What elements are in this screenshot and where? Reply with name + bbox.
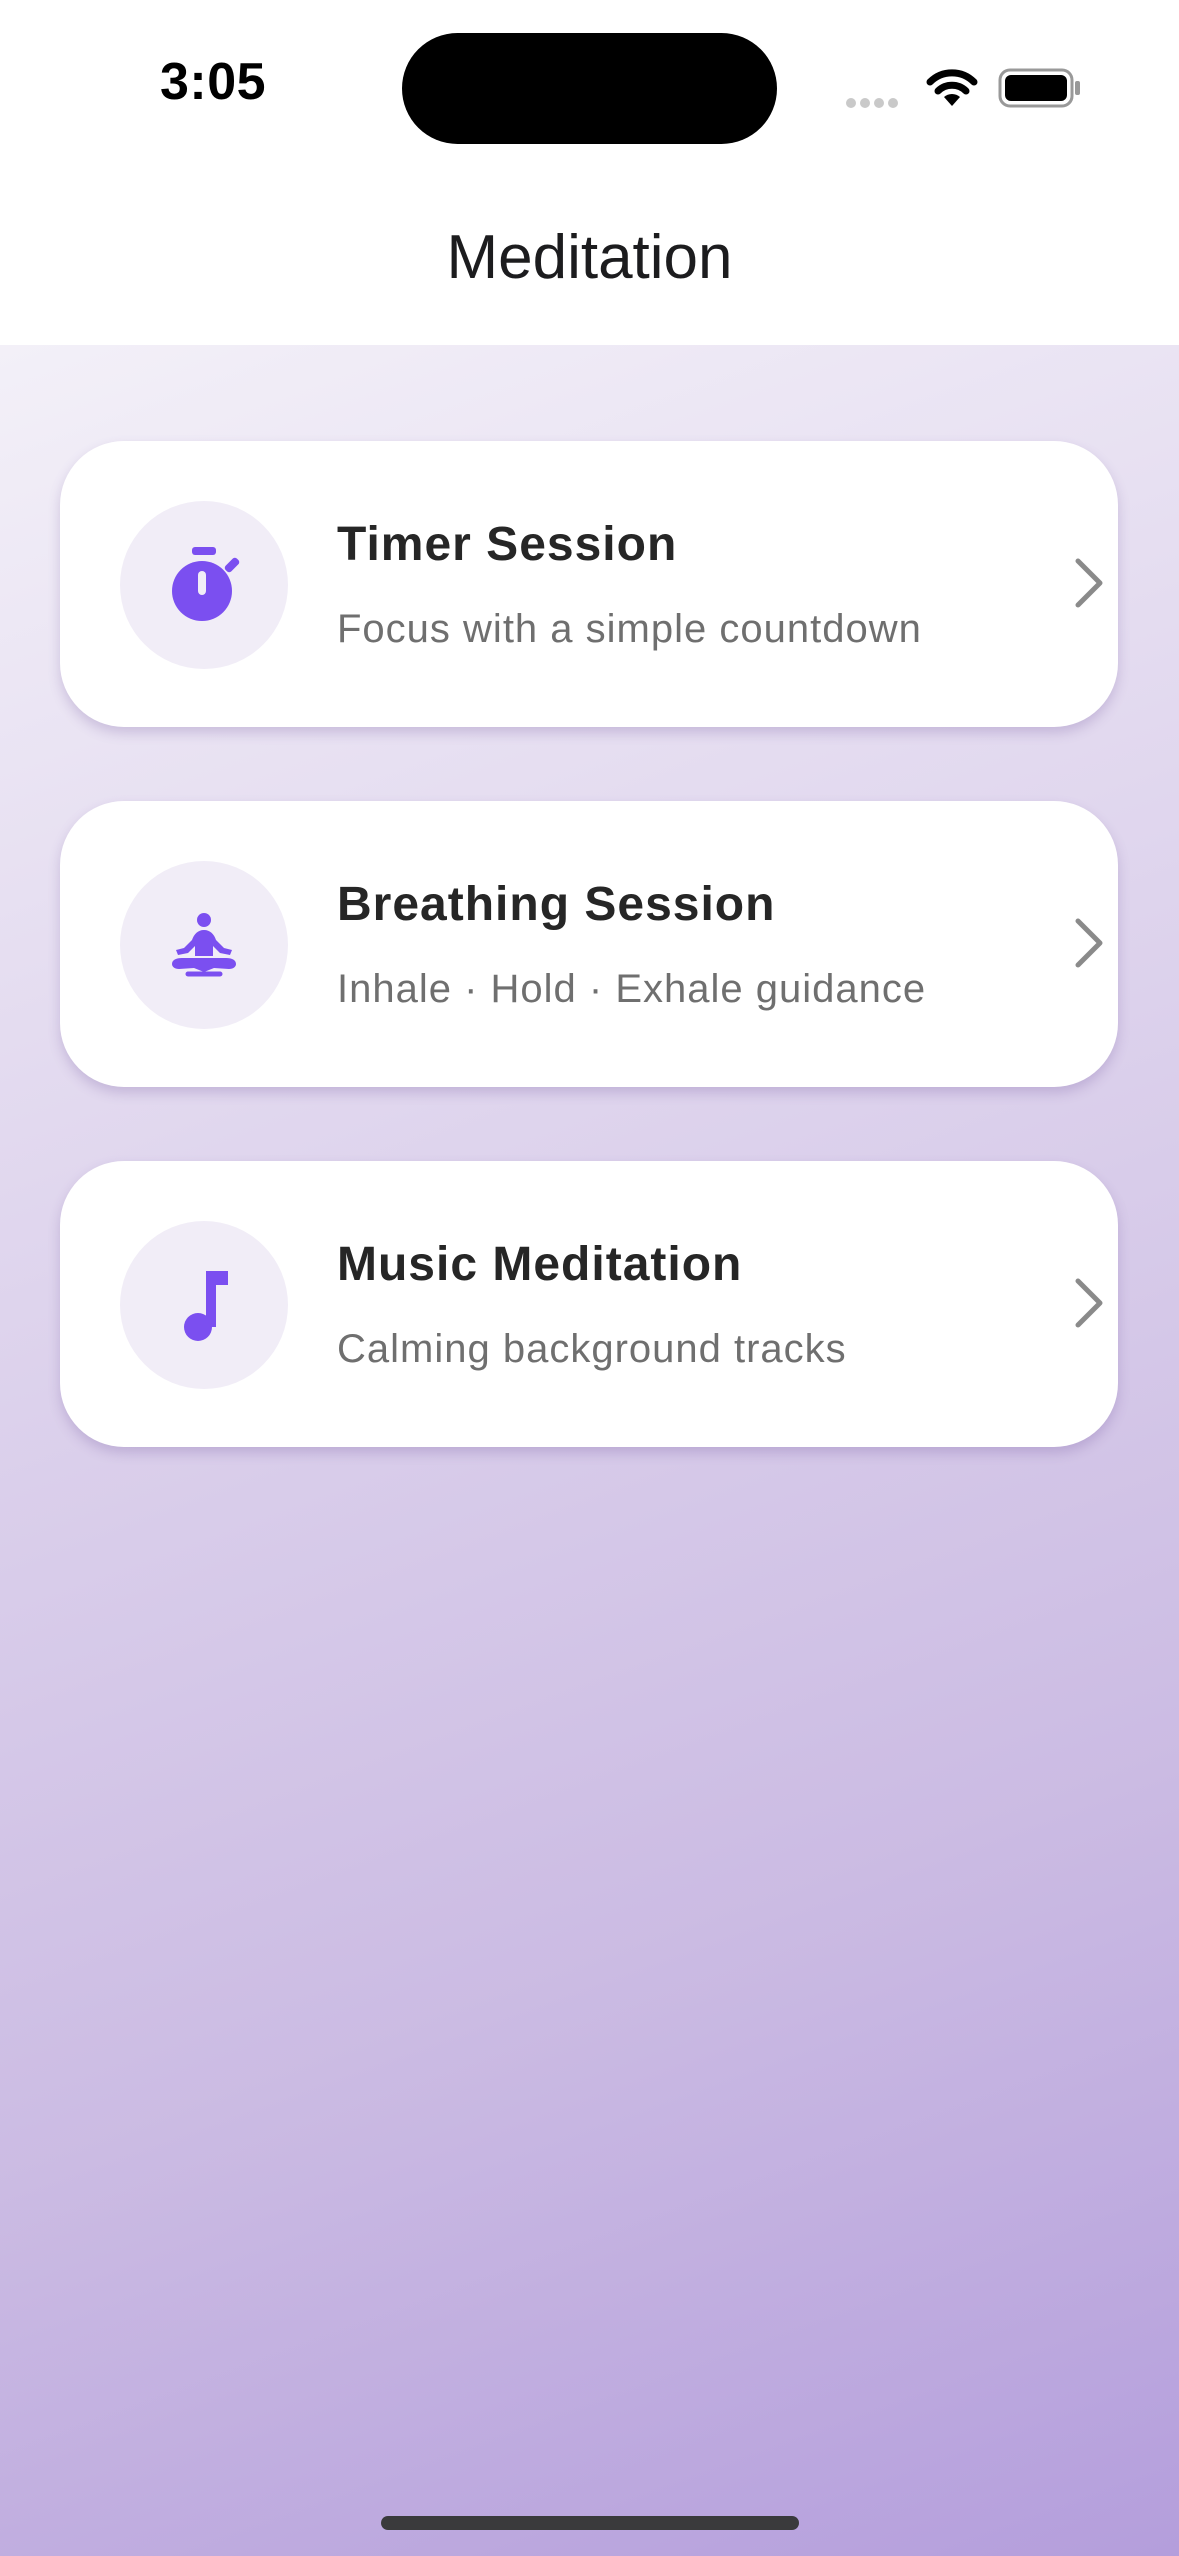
session-list: Timer Session Focus with a simple countd… bbox=[0, 345, 1179, 2556]
home-indicator[interactable] bbox=[381, 2516, 799, 2530]
dynamic-island bbox=[402, 33, 777, 144]
music-meditation-card[interactable]: Music Meditation Calming background trac… bbox=[60, 1161, 1118, 1447]
status-bar: 3:05 bbox=[0, 0, 1179, 180]
card-title: Timer Session bbox=[337, 518, 678, 571]
page-title: Meditation bbox=[446, 223, 733, 292]
card-icon-container bbox=[120, 1221, 288, 1389]
card-icon-container bbox=[120, 861, 288, 1029]
chevron-right-icon bbox=[1075, 558, 1103, 608]
navigation-bar: Meditation bbox=[0, 180, 1179, 345]
cellular-signal-icon bbox=[846, 95, 902, 113]
stopwatch-icon bbox=[172, 547, 240, 621]
card-subtitle: Inhale · Hold · Exhale guidance bbox=[337, 967, 927, 1011]
chevron-right-icon bbox=[1075, 1278, 1103, 1328]
status-time: 3:05 bbox=[160, 53, 267, 111]
timer-session-card[interactable]: Timer Session Focus with a simple countd… bbox=[60, 441, 1118, 727]
music-note-icon bbox=[184, 1271, 228, 1341]
wifi-icon bbox=[926, 69, 978, 106]
meditation-pose-icon bbox=[172, 913, 236, 977]
card-title: Breathing Session bbox=[337, 878, 776, 931]
card-subtitle: Focus with a simple countdown bbox=[337, 607, 922, 651]
chevron-right-icon bbox=[1075, 918, 1103, 968]
battery-icon bbox=[998, 68, 1080, 108]
card-title: Music Meditation bbox=[337, 1238, 743, 1291]
card-subtitle: Calming background tracks bbox=[337, 1327, 847, 1371]
card-icon-container bbox=[120, 501, 288, 669]
breathing-session-card[interactable]: Breathing Session Inhale · Hold · Exhale… bbox=[60, 801, 1118, 1087]
